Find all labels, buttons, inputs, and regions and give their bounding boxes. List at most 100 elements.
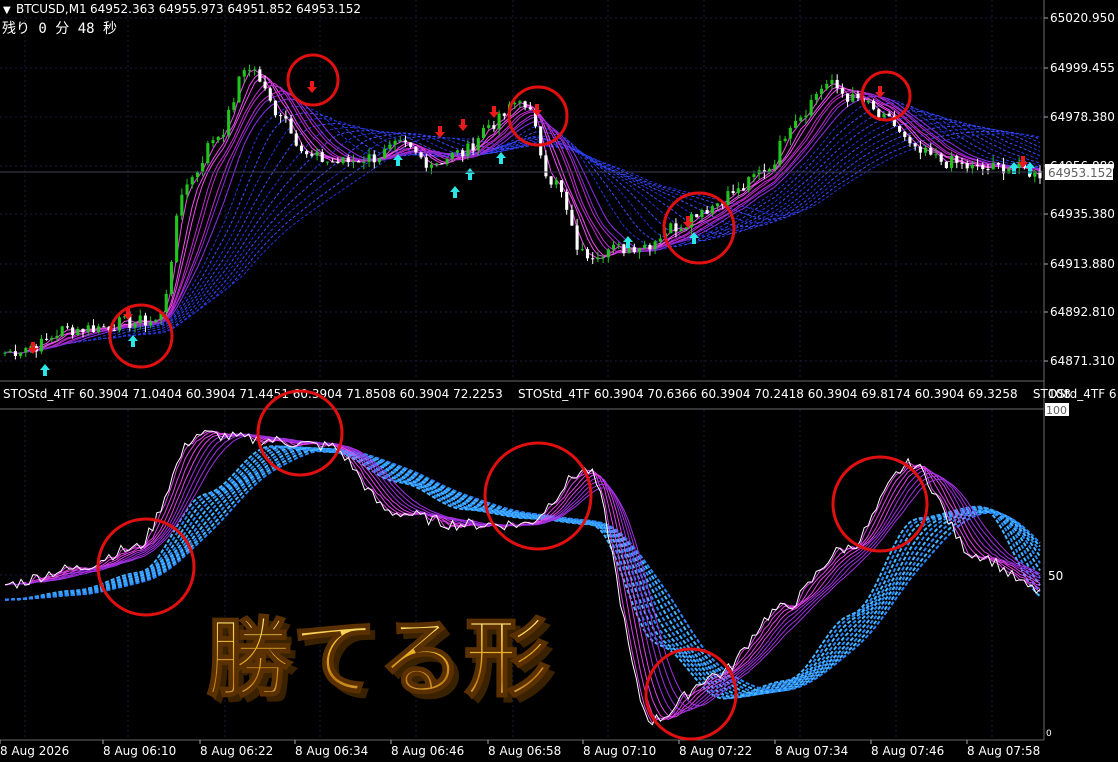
candle-body [341,157,345,164]
candle-body [315,152,319,156]
candle-body [528,107,532,110]
candle-body [736,188,740,194]
candle-body [201,162,205,172]
price-tick-label: 64892.810 [1050,305,1115,319]
candle-body [565,192,569,210]
candle-body [830,79,834,84]
candle-body [216,136,220,141]
candle-body [440,163,444,165]
candle-body [175,215,179,262]
candle-body [154,319,158,322]
price-axis[interactable]: 65020.95064999.45564978.38064956.8806493… [1044,11,1115,368]
candle-body [856,93,860,99]
candle-body [487,125,491,128]
candle-body [643,244,647,249]
down-arrow-icon [458,119,468,131]
candle-body [939,154,943,162]
candle-body [679,228,683,232]
candle-body [149,321,153,326]
candle-body [846,93,850,102]
candle-body [424,157,428,168]
candle-body [461,150,465,157]
time-axis[interactable]: 8 Aug 2026 8 Aug 06:10 8 Aug 06:22 8 Aug 06… [0,740,1040,758]
candle-body [996,162,1000,165]
candle-body [13,351,17,356]
candle-body [804,115,808,118]
time-tick-label: 8 Aug 07:46 [871,744,944,758]
up-arrow-icon [465,168,475,180]
candle-body [227,109,231,135]
candle-body [336,161,340,164]
candle-body [627,247,631,254]
time-tick-label: 8 Aug 2026 [0,744,69,758]
candle-body [476,138,480,151]
candle-timer: 残り 0 分 48 秒 [2,21,117,37]
annotation-circle [286,53,340,107]
price-panel[interactable] [3,64,1042,376]
candle-body [237,76,241,103]
candle-body [289,118,293,134]
candle-body [211,140,215,144]
time-tick-label: 8 Aug 07:10 [583,744,656,758]
up-arrow-icon [496,152,506,164]
candle-body [81,328,85,332]
dropdown-triangle-icon[interactable]: ▼ [3,5,11,16]
candle-body [960,162,964,164]
time-tick-label: 8 Aug 07:34 [775,744,848,758]
candle-body [674,223,678,232]
candle-body [778,140,782,165]
candle-body [419,152,423,158]
candle-body [50,337,54,340]
candle-body [991,162,995,170]
candle-body [398,140,402,142]
symbol-label: BTCUSD,M1 [16,2,87,16]
candle-body [695,214,699,218]
up-arrow-icon [128,335,138,347]
candle-body [539,126,543,156]
candle-body [820,88,824,95]
candle-body [86,325,90,332]
candle-body [986,169,990,171]
candle-body [632,247,636,253]
candle-body [273,100,278,116]
candle-body [357,161,361,163]
candle-body [976,164,980,166]
candle-body [60,326,64,336]
up-arrow-icon [450,186,460,198]
candle-body [814,94,818,100]
candle-body [882,113,886,118]
time-tick-label: 8 Aug 07:58 [967,744,1040,758]
candle-body [783,138,787,141]
candle-body [710,206,714,214]
candle-body [653,241,657,250]
candle-body [872,100,876,110]
candle-body [835,79,839,89]
candle-body [138,315,142,324]
candle-body [143,315,147,326]
candle-body [169,261,173,294]
candle-body [981,165,985,170]
candle-body [279,115,283,117]
candle-body [284,116,288,119]
candle-body [268,88,272,101]
candle-body [741,188,746,191]
candle-body [637,248,642,253]
time-tick-label: 8 Aug 06:10 [103,744,176,758]
candle-body [242,70,246,77]
candle-body [903,131,907,138]
candle-body [19,352,23,356]
chart-header: ▼ BTCUSD,M1 64952.363 64955.973 64951.85… [2,2,361,37]
price-tick-label: 64935.380 [1050,207,1115,221]
candle-body [887,113,891,116]
candle-body [669,223,673,234]
indicator-label: STOStd_4TF 60.3904 71.0404 60.3904 71.44… [3,387,1117,401]
candle-body [492,125,496,129]
candle-body [955,155,959,163]
candle-body [554,180,558,185]
candle-body [523,101,527,108]
ohlc-values: 64952.363 64955.973 64951.852 64953.152 [90,2,361,16]
candle-body [91,325,95,333]
candle-body [409,142,413,147]
osc-axis-50: 50 [1048,569,1063,583]
candle-body [799,117,803,121]
